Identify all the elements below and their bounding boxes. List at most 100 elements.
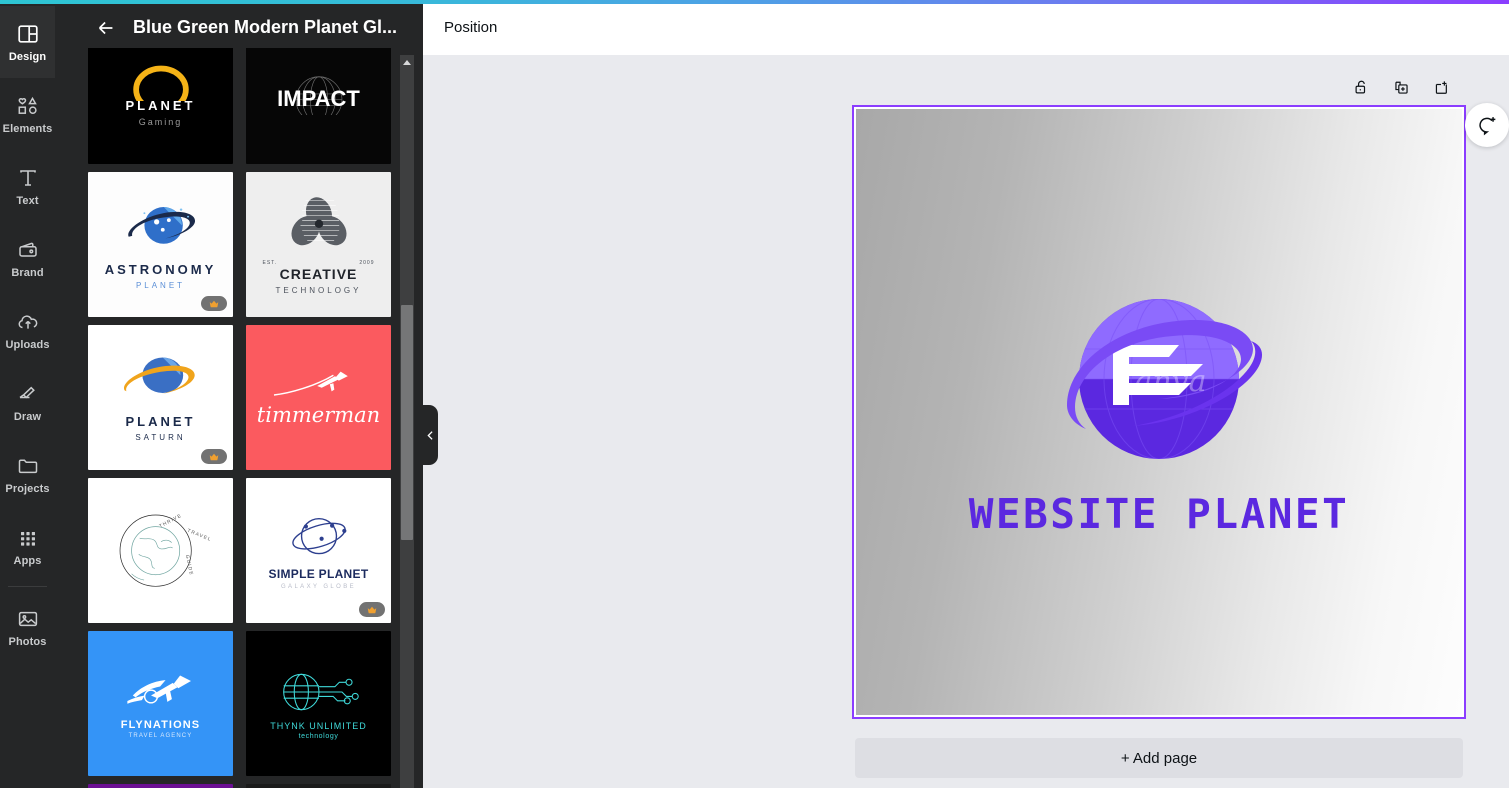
sidebar-item-apps[interactable]: Apps xyxy=(0,510,55,582)
sidebar-divider xyxy=(8,586,47,587)
template-title: CREATIVE xyxy=(279,265,358,282)
lock-toggle-button[interactable] xyxy=(1348,74,1374,100)
canvas-toolbar xyxy=(1348,74,1454,100)
template-thumbnail: THRIVETRAVELGUIDETHRIVE TRAVEL GUIDE xyxy=(88,478,233,623)
template-subtitle: TRAVEL AGENCY xyxy=(128,733,193,739)
sidebar-item-label: Uploads xyxy=(5,338,50,351)
template-card-flynations[interactable]: FLYNATIONS TRAVEL AGENCY xyxy=(88,631,233,776)
pencil-draw-icon xyxy=(16,382,40,406)
crown-icon xyxy=(209,300,219,307)
scrollbar-thumb[interactable] xyxy=(401,305,413,540)
template-card-planet-saturn[interactable]: PLANET SATURN xyxy=(88,325,233,470)
template-thumbnail: FLYNATIONS TRAVEL AGENCY xyxy=(88,631,233,776)
template-subtitle: GALAXY GLOBE xyxy=(280,583,357,590)
svg-text:GUIDE: GUIDE xyxy=(183,554,193,576)
pro-crown-badge[interactable] xyxy=(201,296,227,311)
template-art-white-plane-swoosh xyxy=(111,668,211,719)
back-button[interactable] xyxy=(93,15,119,41)
photo-image-icon xyxy=(16,607,40,631)
template-card-thynk-unlimited[interactable]: THYNK UNLIMITED technology xyxy=(246,631,391,776)
template-title: FLYNATIONS xyxy=(120,719,201,731)
template-art-blue-saturn xyxy=(113,199,209,262)
template-card-planet-gaming[interactable]: PLANET Gaming xyxy=(88,48,233,164)
template-thumbnail: PLANET Gaming xyxy=(88,48,233,164)
template-est-label: EST. xyxy=(262,259,278,266)
arrow-left-icon xyxy=(98,21,113,34)
template-subtitle: technology xyxy=(298,732,339,740)
template-card-thrive-travel[interactable]: THRIVETRAVELGUIDETHRIVE TRAVEL GUIDE xyxy=(88,478,233,623)
duplicate-page-button[interactable] xyxy=(1388,74,1414,100)
grid-dots-icon xyxy=(16,526,40,550)
template-thumbnail: THYNK UNLIMITED technology xyxy=(246,631,391,776)
template-card-simple-planet[interactable]: SIMPLE PLANET GALAXY GLOBE xyxy=(246,478,391,623)
template-card-dark-halftone[interactable] xyxy=(246,784,391,788)
page-loading-bar xyxy=(0,0,1509,4)
template-subtitle: SATURN xyxy=(135,432,186,442)
templates-scroll-area[interactable]: PLANET Gaming IMPACT ASTRONOMY PLANET EST. 200… xyxy=(88,48,396,788)
design-layout-icon xyxy=(16,22,40,46)
sidebar-item-label: Draw xyxy=(13,410,42,423)
template-card-timmerman[interactable]: timmerman xyxy=(246,325,391,470)
template-card-purple-card[interactable] xyxy=(88,784,233,788)
sidebar-item-label: Design xyxy=(8,50,47,63)
template-art-blue-gold-saturn xyxy=(112,354,210,414)
templates-panel-title: Blue Green Modern Planet Gl... xyxy=(133,17,398,37)
template-subtitle: PLANET xyxy=(135,281,186,290)
sidebar-item-label: Projects xyxy=(5,482,50,495)
template-title: ASTRONOMY xyxy=(104,262,217,277)
template-art-outline-planet-nodes xyxy=(271,512,367,567)
template-year-label: 2009 xyxy=(359,259,375,266)
templates-panel: Blue Green Modern Planet Gl... PLANET Gam… xyxy=(55,0,423,788)
design-page-frame[interactable]: Canva WEBSITE PLANET xyxy=(852,105,1466,719)
template-subtitle: Gaming xyxy=(138,116,183,127)
pro-crown-badge[interactable] xyxy=(359,602,385,617)
templates-panel-header: Blue Green Modern Planet Gl... xyxy=(55,0,423,55)
templates-scrollbar[interactable] xyxy=(400,55,414,788)
position-panel-title: Position xyxy=(444,19,498,36)
chevron-left-icon xyxy=(427,430,433,440)
crown-icon xyxy=(367,606,377,613)
template-card-impact[interactable]: IMPACT xyxy=(246,48,391,164)
website-planet-logo-mark: Canva xyxy=(1067,298,1263,459)
upload-cloud-icon xyxy=(16,310,40,334)
template-thumbnail xyxy=(88,784,233,788)
scroll-up-arrow-icon[interactable] xyxy=(403,60,411,65)
templates-grid: PLANET Gaming IMPACT ASTRONOMY PLANET EST. 200… xyxy=(88,48,396,788)
template-title: PLANET xyxy=(125,97,196,113)
add-page-button[interactable]: + Add page xyxy=(855,738,1463,778)
collapse-panel-handle[interactable] xyxy=(423,405,438,465)
folder-icon xyxy=(16,454,40,478)
sidebar-item-uploads[interactable]: Uploads xyxy=(0,294,55,366)
duplicate-page-icon xyxy=(1394,81,1408,94)
sidebar-item-label: Photos xyxy=(8,635,47,648)
template-title: IMPACT xyxy=(277,86,360,111)
sidebar-item-label: Apps xyxy=(13,554,42,567)
add-comment-button[interactable] xyxy=(1465,103,1509,147)
sidebar-item-text[interactable]: Text xyxy=(0,150,55,222)
sidebar-item-brand[interactable]: Brand xyxy=(0,222,55,294)
template-thumbnail xyxy=(246,784,391,788)
template-art-line-globe-circle: THRIVE TRAVEL GUIDE xyxy=(112,504,212,597)
pro-crown-badge[interactable] xyxy=(201,449,227,464)
unlock-icon xyxy=(1355,80,1365,93)
template-thumbnail: timmerman xyxy=(246,325,391,470)
add-page-button-top[interactable] xyxy=(1428,74,1454,100)
design-canvas[interactable]: Canva WEBSITE PLANET xyxy=(856,109,1462,715)
template-card-creative-tech[interactable]: EST. 2009 CREATIVE TECHNOLOGY xyxy=(246,172,391,317)
svg-text:THRIVE: THRIVE xyxy=(158,513,183,530)
template-subtitle: TECHNOLOGY xyxy=(275,285,362,295)
sidebar-item-design[interactable]: Design xyxy=(0,6,55,78)
template-card-astronomy-planet[interactable]: ASTRONOMY PLANET xyxy=(88,172,233,317)
template-title: THYNK UNLIMITED xyxy=(270,720,367,731)
sidebar-item-draw[interactable]: Draw xyxy=(0,366,55,438)
sidebar-item-photos[interactable]: Photos xyxy=(0,591,55,663)
template-title: PLANET xyxy=(125,413,196,429)
sidebar-item-projects[interactable]: Projects xyxy=(0,438,55,510)
editor-work-area: Position Canva WEBSITE PLANET + Add page xyxy=(423,0,1509,788)
sidebar-item-elements[interactable]: Elements xyxy=(0,78,55,150)
template-thumbnail: IMPACT xyxy=(246,48,391,164)
left-sidebar-rail: Design Elements Text Brand Uploads Draw … xyxy=(0,0,55,788)
canva-watermark-text: Canva xyxy=(1112,364,1207,399)
comment-add-icon xyxy=(1479,117,1496,136)
template-thumbnail: EST. 2009 CREATIVE TECHNOLOGY xyxy=(246,172,391,317)
